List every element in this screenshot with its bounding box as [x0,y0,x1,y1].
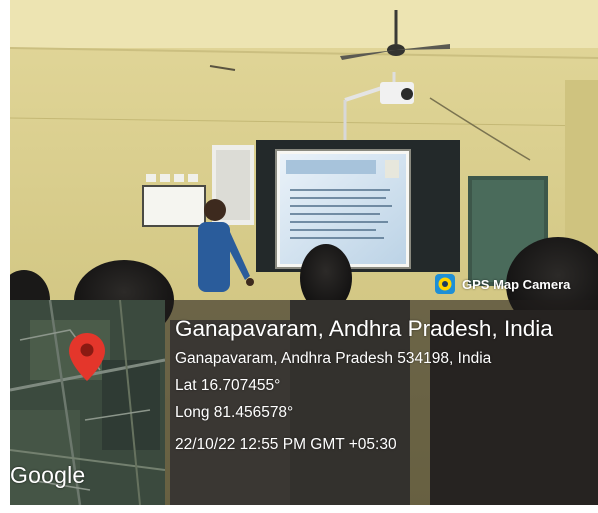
location-title: Ganapavaram, Andhra Pradesh, India [175,316,553,341]
google-logo: Google [10,462,86,488]
latitude-value: Lat 16.707455° [175,377,281,394]
gps-map-camera-icon [434,273,456,295]
location-details: Ganapavaram, Andhra Pradesh, India Ganap… [175,314,595,455]
map-pin-icon [69,333,105,381]
gps-map-camera-label: GPS Map Camera [462,276,571,292]
location-address: Ganapavaram, Andhra Pradesh 534198, Indi… [175,350,492,367]
longitude-value: Long 81.456578° [175,404,294,421]
timestamp: 22/10/22 12:55 PM GMT +05:30 [175,436,397,453]
gps-map-camera-badge: GPS Map Camera [434,270,570,298]
map-thumbnail: Google [10,300,165,505]
